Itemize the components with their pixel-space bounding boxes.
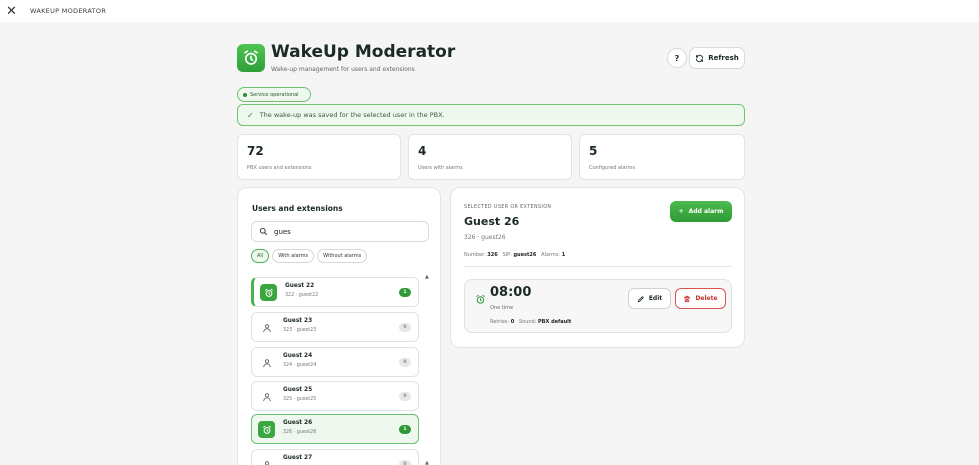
stat-card-configured-alarms: 5 Configured alarms: [579, 134, 745, 180]
alarm-item: 08:00 One time Retries: 0 Sound: PBX def…: [464, 279, 732, 333]
delete-label: Delete: [695, 295, 718, 302]
add-alarm-button[interactable]: + Add alarm: [670, 201, 732, 222]
user-icon: [258, 354, 275, 371]
detail-panel: SELECTED USER OR EXTENSION Guest 26 326 …: [450, 187, 745, 348]
alarm-time: 08:00: [490, 285, 532, 300]
alarm-clock-icon: [237, 44, 265, 72]
retries-value: 0: [510, 319, 515, 325]
users-panel-title: Users and extensions: [252, 204, 343, 213]
retries-label: Retries:: [490, 319, 510, 325]
filter-with-alarms[interactable]: With alarms: [272, 249, 315, 263]
sip-value: guest26: [513, 252, 537, 258]
help-button[interactable]: ?: [667, 48, 687, 68]
search-icon: [259, 227, 267, 235]
alarm-clock-icon: [258, 421, 275, 438]
detail-caption: SELECTED USER OR EXTENSION: [464, 205, 552, 210]
list-item[interactable]: Guest 23 323 · guest23 0: [251, 312, 419, 342]
pencil-icon: [637, 295, 644, 302]
trash-icon: [684, 295, 691, 302]
status-label: Service operational: [250, 91, 299, 98]
check-icon: ✓: [247, 110, 254, 120]
number-label: Number:: [464, 252, 486, 258]
scroll-up-icon[interactable]: ▲: [425, 274, 429, 280]
alarm-meta: Retries: 0 Sound: PBX default: [490, 319, 571, 325]
title-bar: ✕ WAKEUP MODERATOR: [0, 0, 979, 22]
alarm-count-badge: 0: [399, 323, 411, 332]
search-value: gues: [274, 227, 291, 236]
add-alarm-label: Add alarm: [688, 208, 724, 215]
user-extension: 324 · guest24: [283, 363, 317, 368]
stat-label: Users with alarms: [418, 165, 463, 171]
sound-label: Sound:: [518, 319, 537, 325]
alarm-repeat: One time: [490, 305, 514, 311]
alarm-clock-icon: [260, 284, 277, 301]
detail-user-name: Guest 26: [464, 215, 520, 228]
filter-without-alarms[interactable]: Without alarms: [317, 249, 368, 263]
user-name: Guest 26: [283, 420, 313, 426]
alarm-count-badge: 1: [399, 288, 411, 297]
stat-card-users: 72 PBX users and extensions: [237, 134, 401, 180]
sip-label: SIP:: [502, 252, 512, 258]
list-item-selected[interactable]: Guest 26 326 · guest26 1: [251, 414, 419, 444]
refresh-button[interactable]: Refresh: [689, 47, 745, 69]
alarms-value: 1: [561, 252, 566, 258]
user-name: Guest 24: [283, 353, 313, 359]
scroll-down-icon[interactable]: ▲: [425, 460, 429, 465]
user-name: Guest 25: [283, 387, 313, 393]
stat-card-users-with-alarms: 4 Users with alarms: [408, 134, 572, 180]
list-item[interactable]: Guest 27 0: [251, 449, 419, 465]
edit-label: Edit: [648, 295, 663, 302]
user-name: Guest 23: [283, 318, 313, 324]
list-item[interactable]: Guest 24 324 · guest24 0: [251, 347, 419, 377]
users-list: Guest 22 322 · guest22 1 Guest 23 323 · …: [251, 272, 421, 465]
alarm-count-badge: 0: [399, 392, 411, 401]
page-title: WakeUp Moderator: [271, 42, 456, 62]
close-icon[interactable]: ✕: [6, 5, 20, 18]
status-badge: Service operational: [237, 87, 311, 102]
user-extension: 326 · guest26: [283, 430, 317, 435]
detail-user-extension: 326 · guest26: [464, 234, 506, 241]
page-subtitle: Wake-up management for users and extensi…: [271, 66, 415, 73]
user-extension: 325 · guest25: [283, 397, 317, 402]
user-icon: [258, 319, 275, 336]
status-dot-icon: [243, 92, 247, 97]
divider: [464, 266, 732, 267]
search-input[interactable]: gues: [251, 221, 429, 242]
toast-message: The wake-up was saved for the selected u…: [259, 111, 445, 119]
help-icon: ?: [674, 53, 680, 63]
stat-value: 4: [418, 144, 427, 158]
list-item[interactable]: Guest 22 322 · guest22 1: [251, 277, 419, 307]
sound-value: PBX default: [538, 319, 572, 325]
user-extension: 322 · guest22: [285, 293, 319, 298]
number-value: 326: [487, 252, 498, 258]
list-item[interactable]: Guest 25 325 · guest25 0: [251, 381, 419, 411]
edit-alarm-button[interactable]: Edit: [628, 288, 671, 309]
stat-value: 72: [247, 144, 264, 158]
alarms-label: Alarms:: [541, 252, 561, 258]
delete-alarm-button[interactable]: Delete: [675, 288, 726, 309]
refresh-label: Refresh: [708, 54, 739, 62]
user-icon: [258, 388, 275, 405]
refresh-icon: [696, 54, 704, 62]
stat-label: Configured alarms: [589, 165, 635, 171]
alarm-count-badge: 1: [399, 425, 411, 434]
users-panel: Users and extensions gues All With alarm…: [237, 187, 441, 465]
alarm-clock-icon: [476, 294, 485, 304]
alarm-count-badge: 0: [399, 460, 411, 465]
app-header: WakeUp Moderator Wake-up management for …: [237, 42, 745, 76]
stat-label: PBX users and extensions: [247, 165, 312, 171]
user-name: Guest 22: [285, 283, 315, 289]
user-icon: [258, 456, 275, 465]
window-title: WAKEUP MODERATOR: [30, 7, 107, 15]
user-name: Guest 27: [283, 455, 313, 461]
alarm-count-badge: 0: [399, 358, 411, 367]
stat-value: 5: [589, 144, 598, 158]
filter-tabs: All With alarms Without alarms: [251, 249, 368, 263]
success-toast: ✓ The wake-up was saved for the selected…: [237, 104, 745, 126]
plus-icon: +: [678, 208, 684, 215]
filter-all[interactable]: All: [251, 249, 270, 263]
detail-meta: Number: 326 SIP: guest26 Alarms: 1: [464, 252, 565, 258]
user-extension: 323 · guest23: [283, 328, 317, 333]
